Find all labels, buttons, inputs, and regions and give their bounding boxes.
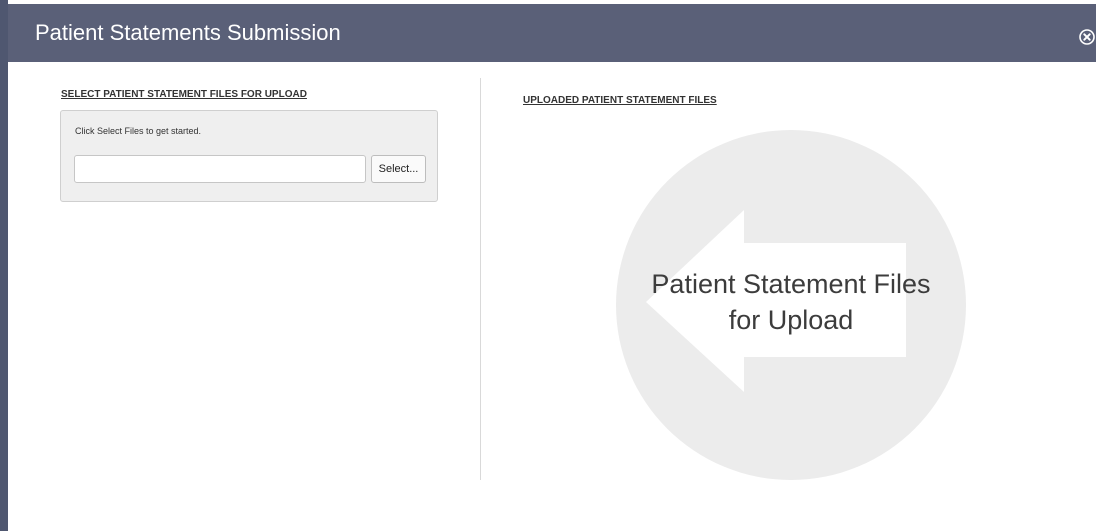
placeholder-line-1: Patient Statement Files (651, 269, 931, 299)
close-circle-icon (1079, 29, 1095, 45)
patient-statements-dialog: Patient Statements Submission SELECT PAT… (8, 0, 1096, 531)
panel-divider (480, 78, 481, 480)
dialog-titlebar: Patient Statements Submission (8, 4, 1096, 62)
close-button[interactable] (1079, 29, 1095, 45)
get-started-hint: Click Select Files to get started. (75, 126, 202, 136)
placeholder-line-2: for Upload (728, 305, 854, 335)
uploaded-files-heading: UPLOADED PATIENT STATEMENT FILES (523, 95, 717, 106)
window-left-edge (0, 0, 8, 531)
file-path-input[interactable] (74, 155, 366, 183)
dialog-title: Patient Statements Submission (35, 20, 341, 45)
upload-placeholder-text: Patient Statement Files for Upload (576, 266, 1006, 338)
file-select-box: Click Select Files to get started. Selec… (60, 110, 438, 202)
select-files-button[interactable]: Select... (371, 155, 426, 183)
select-files-heading: SELECT PATIENT STATEMENT FILES FOR UPLOA… (61, 89, 307, 100)
